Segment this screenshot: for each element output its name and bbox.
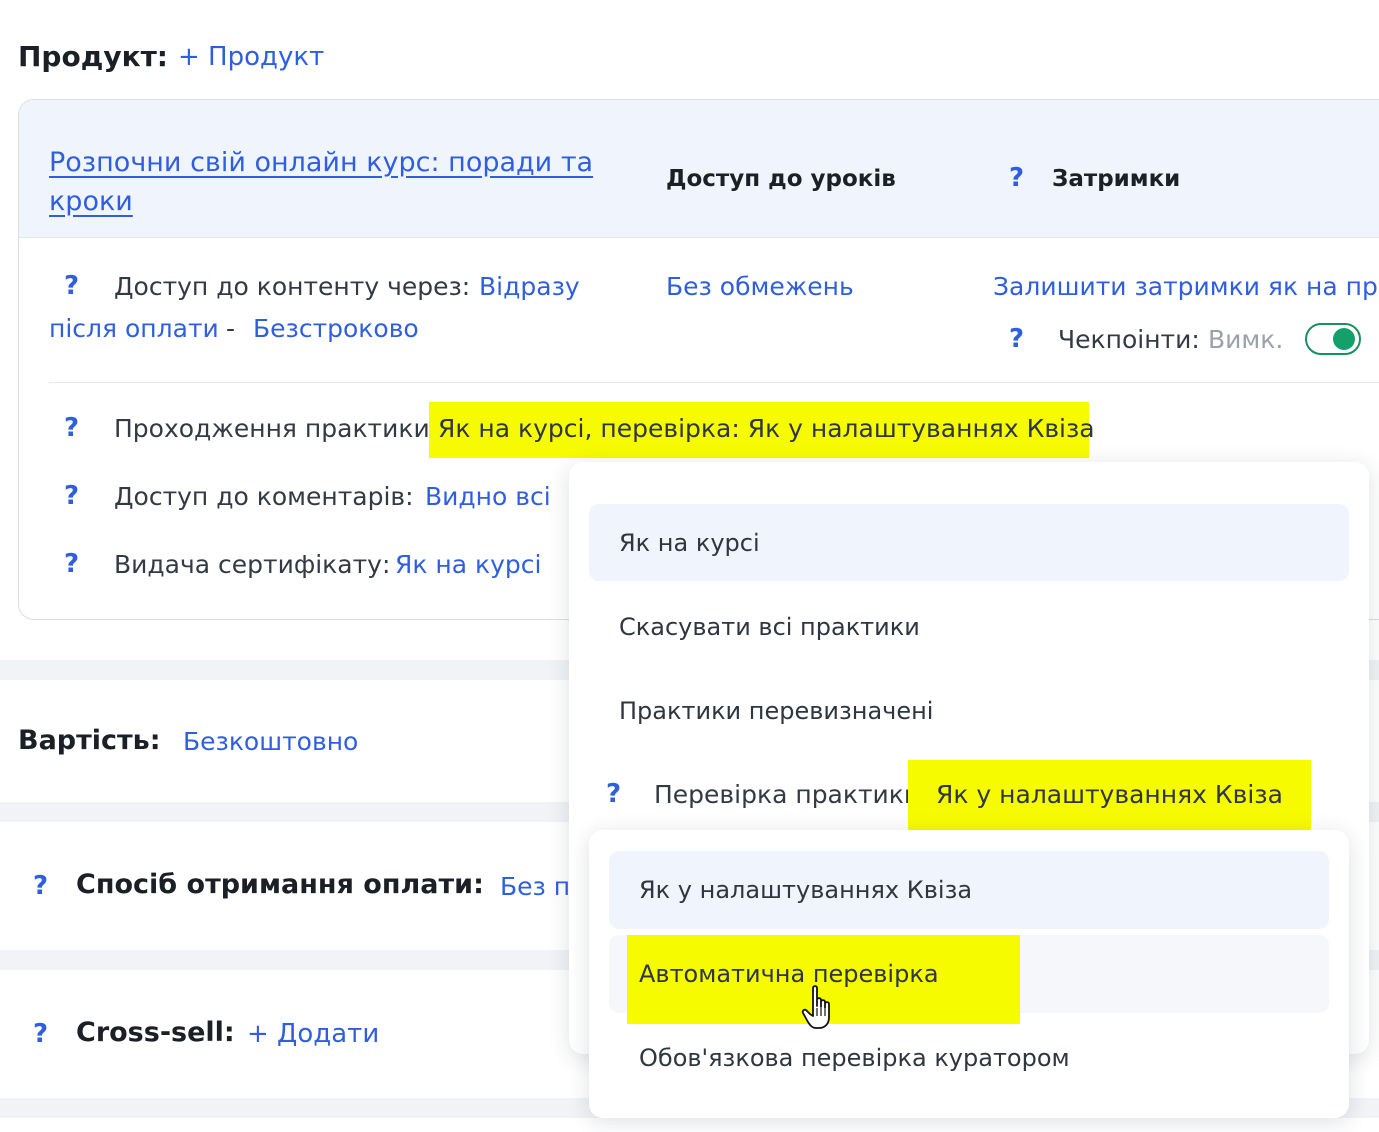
crosssell-help-icon[interactable]: ? — [33, 1019, 48, 1049]
comments-help-icon[interactable]: ? — [64, 481, 79, 511]
check-option-quiz-settings[interactable]: Як у налаштуваннях Квіза — [609, 851, 1329, 929]
delays-link[interactable]: Залишити затримки як на про — [993, 272, 1379, 301]
comments-label: Доступ до коментарів: — [114, 482, 414, 511]
practice-option-as-course[interactable]: Як на курсі — [589, 504, 1349, 581]
lessons-access-header: Доступ до уроків — [666, 166, 896, 192]
check-option-automatic[interactable]: Автоматична перевірка — [609, 935, 1329, 1013]
payment-value-link[interactable]: Без п — [500, 872, 570, 901]
delays-help-icon[interactable]: ? — [1009, 163, 1024, 193]
content-access-help-icon[interactable]: ? — [64, 271, 79, 301]
practice-check-value-link[interactable]: Як у налаштуваннях Квіза — [936, 780, 1283, 809]
practice-check-help-icon[interactable]: ? — [606, 779, 621, 809]
certificate-value-link[interactable]: Як на курсі — [395, 550, 541, 579]
add-product-link[interactable]: + Продукт — [178, 42, 324, 72]
product-label: Продукт: — [18, 40, 169, 73]
checkpoints-help-icon[interactable]: ? — [1009, 324, 1024, 354]
course-title-link[interactable]: Розпочни свій онлайн курс: поради та кро… — [49, 143, 593, 221]
course-title-line1: Розпочни свій онлайн курс: поради та — [49, 147, 594, 178]
content-access-label: Доступ до контенту через: — [114, 272, 471, 301]
crosssell-label: Cross-sell: — [76, 1017, 235, 1048]
checkpoints-state: Вимк. — [1208, 325, 1284, 354]
course-title-line2: кроки — [49, 186, 133, 217]
payment-help-icon[interactable]: ? — [33, 871, 48, 901]
hand-cursor-icon — [801, 985, 830, 1029]
price-label: Вартість: — [18, 725, 161, 756]
toggle-knob — [1333, 328, 1355, 350]
content-access-start-link[interactable]: Відразу — [479, 272, 580, 301]
certificate-help-icon[interactable]: ? — [64, 549, 79, 579]
practice-value-link[interactable]: Як на курсі, перевірка: Як у налаштуванн… — [438, 414, 1095, 443]
content-access-duration-link[interactable]: Безстроково — [253, 314, 419, 343]
certificate-label: Видача сертифікату: — [114, 550, 391, 579]
comments-value-link[interactable]: Видно всі — [425, 482, 551, 511]
lessons-access-link[interactable]: Без обмежень — [666, 272, 854, 301]
practice-option-overridden[interactable]: Практики перевизначені — [589, 672, 1349, 749]
content-access-start-link-cont[interactable]: після оплати — [49, 314, 219, 343]
practice-help-icon[interactable]: ? — [64, 413, 79, 443]
delays-header: Затримки — [1052, 166, 1181, 192]
card-divider — [49, 382, 1379, 383]
content-access-separator: - — [226, 314, 236, 343]
payment-label: Спосіб отримання оплати: — [76, 869, 484, 900]
practice-check-label: Перевірка практики: — [654, 780, 929, 809]
crosssell-add-link[interactable]: + Додати — [247, 1019, 379, 1049]
practice-option-cancel-all[interactable]: Скасувати всі практики — [589, 588, 1349, 665]
practice-label: Проходження практики: — [114, 414, 439, 443]
check-option-curator[interactable]: Обов'язкова перевірка куратором — [609, 1019, 1329, 1097]
checkpoints-label: Чекпоінти: — [1058, 325, 1200, 354]
price-value-link[interactable]: Безкоштовно — [183, 727, 358, 756]
checkpoints-toggle[interactable] — [1305, 323, 1361, 355]
